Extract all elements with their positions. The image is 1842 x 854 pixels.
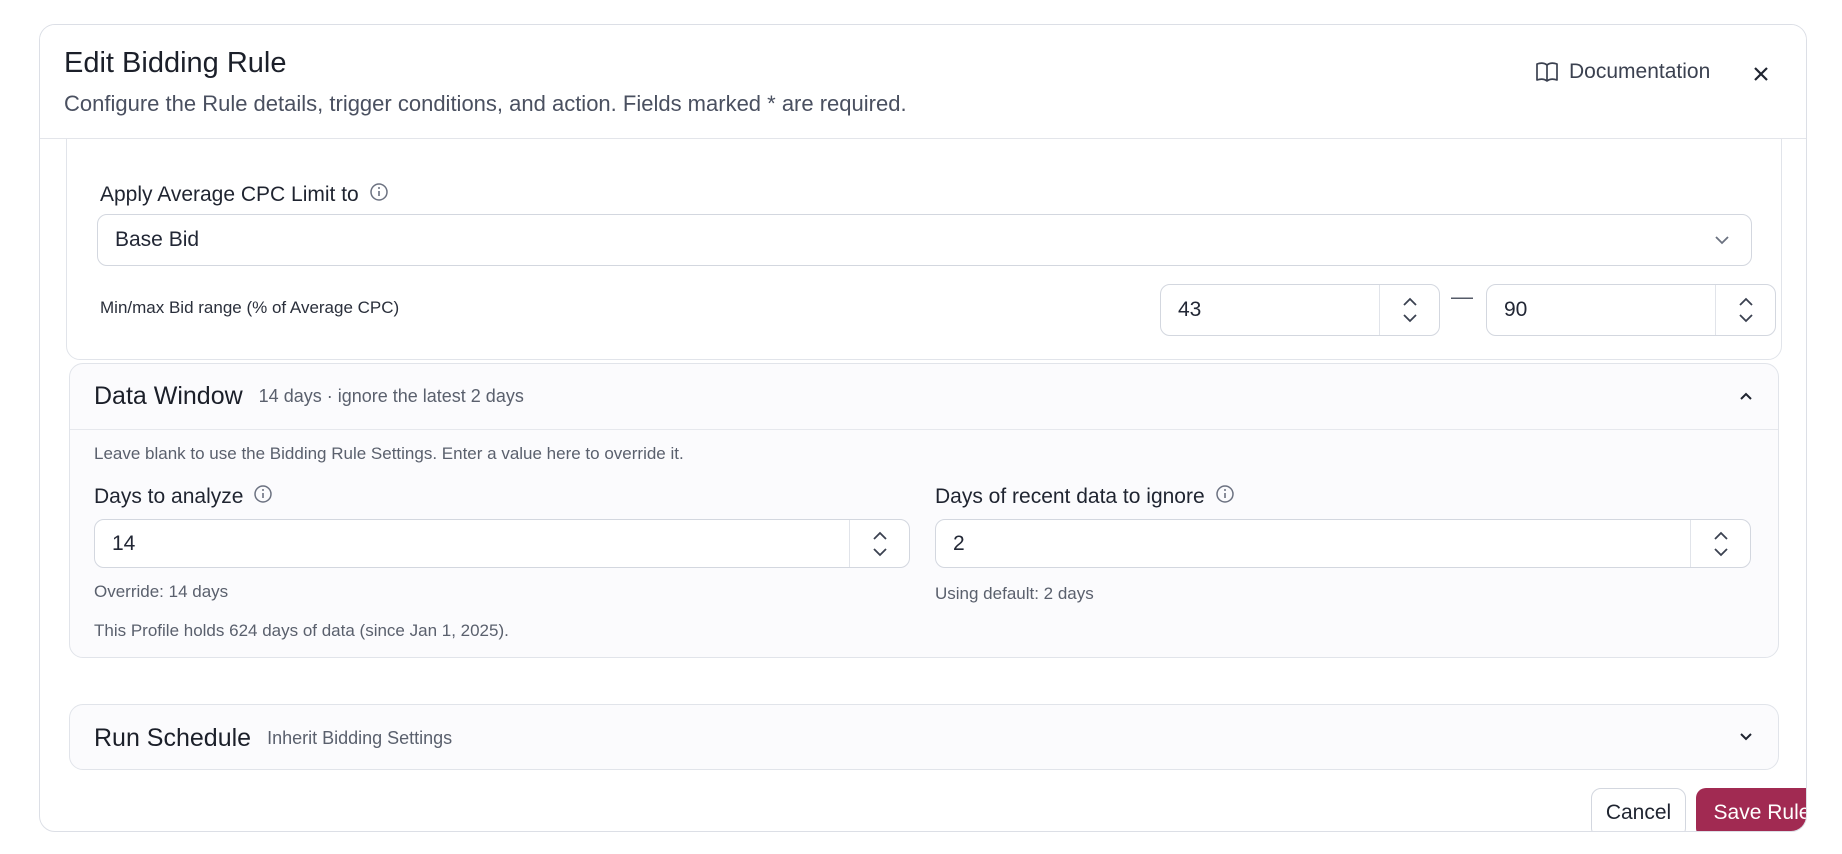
data-window-summary: 14 days · ignore the latest 2 days	[258, 386, 524, 406]
chevron-down-icon	[1713, 231, 1731, 255]
chevron-up-icon[interactable]	[1738, 297, 1754, 307]
days-to-analyze-label-row: Days to analyze	[94, 484, 273, 510]
chevron-down-icon[interactable]	[1738, 730, 1754, 748]
days-to-analyze-spin[interactable]	[849, 520, 909, 567]
max-bid-stepper[interactable]: 90	[1486, 284, 1776, 336]
data-window-title: Data Window	[94, 382, 243, 410]
modal-subtitle: Configure the Rule details, trigger cond…	[64, 91, 907, 116]
chevron-down-icon[interactable]	[872, 547, 888, 557]
days-to-ignore-input[interactable]: 2	[935, 519, 1751, 568]
max-bid-value[interactable]: 90	[1487, 298, 1715, 322]
run-schedule-summary: Inherit Bidding Settings	[267, 727, 453, 748]
close-button[interactable]	[1746, 59, 1776, 89]
data-window-hint: Leave blank to use the Bidding Rule Sett…	[94, 444, 684, 463]
range-separator: —	[1451, 284, 1473, 309]
run-schedule-header[interactable]: Run Schedule Inherit Bidding Settings	[70, 705, 1778, 769]
days-to-analyze-label: Days to analyze	[94, 485, 244, 508]
days-to-ignore-value[interactable]: 2	[936, 532, 1690, 556]
days-to-analyze-input[interactable]: 14	[94, 519, 910, 568]
book-icon	[1536, 62, 1558, 82]
info-icon[interactable]	[1215, 484, 1235, 510]
chevron-up-icon[interactable]	[872, 531, 888, 541]
info-icon[interactable]	[369, 182, 389, 208]
days-to-ignore-help: Using default: 2 days	[935, 584, 1094, 603]
data-window-section: Data Window 14 days · ignore the latest …	[69, 363, 1779, 658]
days-to-analyze-help: Override: 14 days	[94, 582, 229, 601]
max-bid-spin[interactable]	[1715, 285, 1775, 335]
documentation-link[interactable]: Documentation	[1535, 55, 1710, 89]
bid-range-label: Min/max Bid range (% of Average CPC)	[100, 298, 400, 317]
cpc-limit-selected-value: Base Bid	[115, 228, 200, 251]
modal-header: Edit Bidding Rule Configure the Rule det…	[40, 25, 1806, 139]
cpc-limit-select[interactable]: Base Bid	[97, 214, 1752, 266]
chevron-up-icon[interactable]	[1738, 389, 1754, 407]
min-bid-spin[interactable]	[1379, 285, 1439, 335]
documentation-label: Documentation	[1569, 60, 1711, 83]
edit-bidding-rule-modal: Apply Average CPC Limit to Base Bid Min/…	[39, 24, 1807, 832]
min-bid-value[interactable]: 43	[1161, 298, 1379, 322]
save-rule-button[interactable]: Save Rule	[1696, 788, 1806, 831]
chevron-up-icon[interactable]	[1402, 297, 1418, 307]
cancel-button[interactable]: Cancel	[1591, 788, 1686, 831]
profile-data-note: This Profile holds 624 days of data (sin…	[94, 621, 509, 640]
min-bid-stepper[interactable]: 43	[1160, 284, 1440, 336]
days-to-ignore-label-row: Days of recent data to ignore	[935, 484, 1235, 510]
chevron-down-icon[interactable]	[1738, 313, 1754, 323]
info-icon[interactable]	[253, 484, 273, 510]
data-window-header[interactable]: Data Window 14 days · ignore the latest …	[70, 364, 1778, 430]
close-icon[interactable]	[1753, 66, 1769, 82]
days-to-ignore-label: Days of recent data to ignore	[935, 485, 1205, 508]
run-schedule-title: Run Schedule	[94, 723, 252, 752]
cpc-limit-card: Apply Average CPC Limit to Base Bid Min/…	[66, 105, 1782, 360]
chevron-down-icon[interactable]	[1402, 313, 1418, 323]
chevron-down-icon[interactable]	[1713, 547, 1729, 557]
cpc-limit-label: Apply Average CPC Limit to	[100, 183, 359, 206]
modal-title: Edit Bidding Rule	[64, 47, 287, 79]
chevron-up-icon[interactable]	[1713, 531, 1729, 541]
run-schedule-section: Run Schedule Inherit Bidding Settings	[69, 704, 1779, 770]
days-to-analyze-value[interactable]: 14	[95, 532, 849, 556]
days-to-ignore-spin[interactable]	[1690, 520, 1750, 567]
cpc-limit-label-row: Apply Average CPC Limit to	[100, 182, 389, 208]
